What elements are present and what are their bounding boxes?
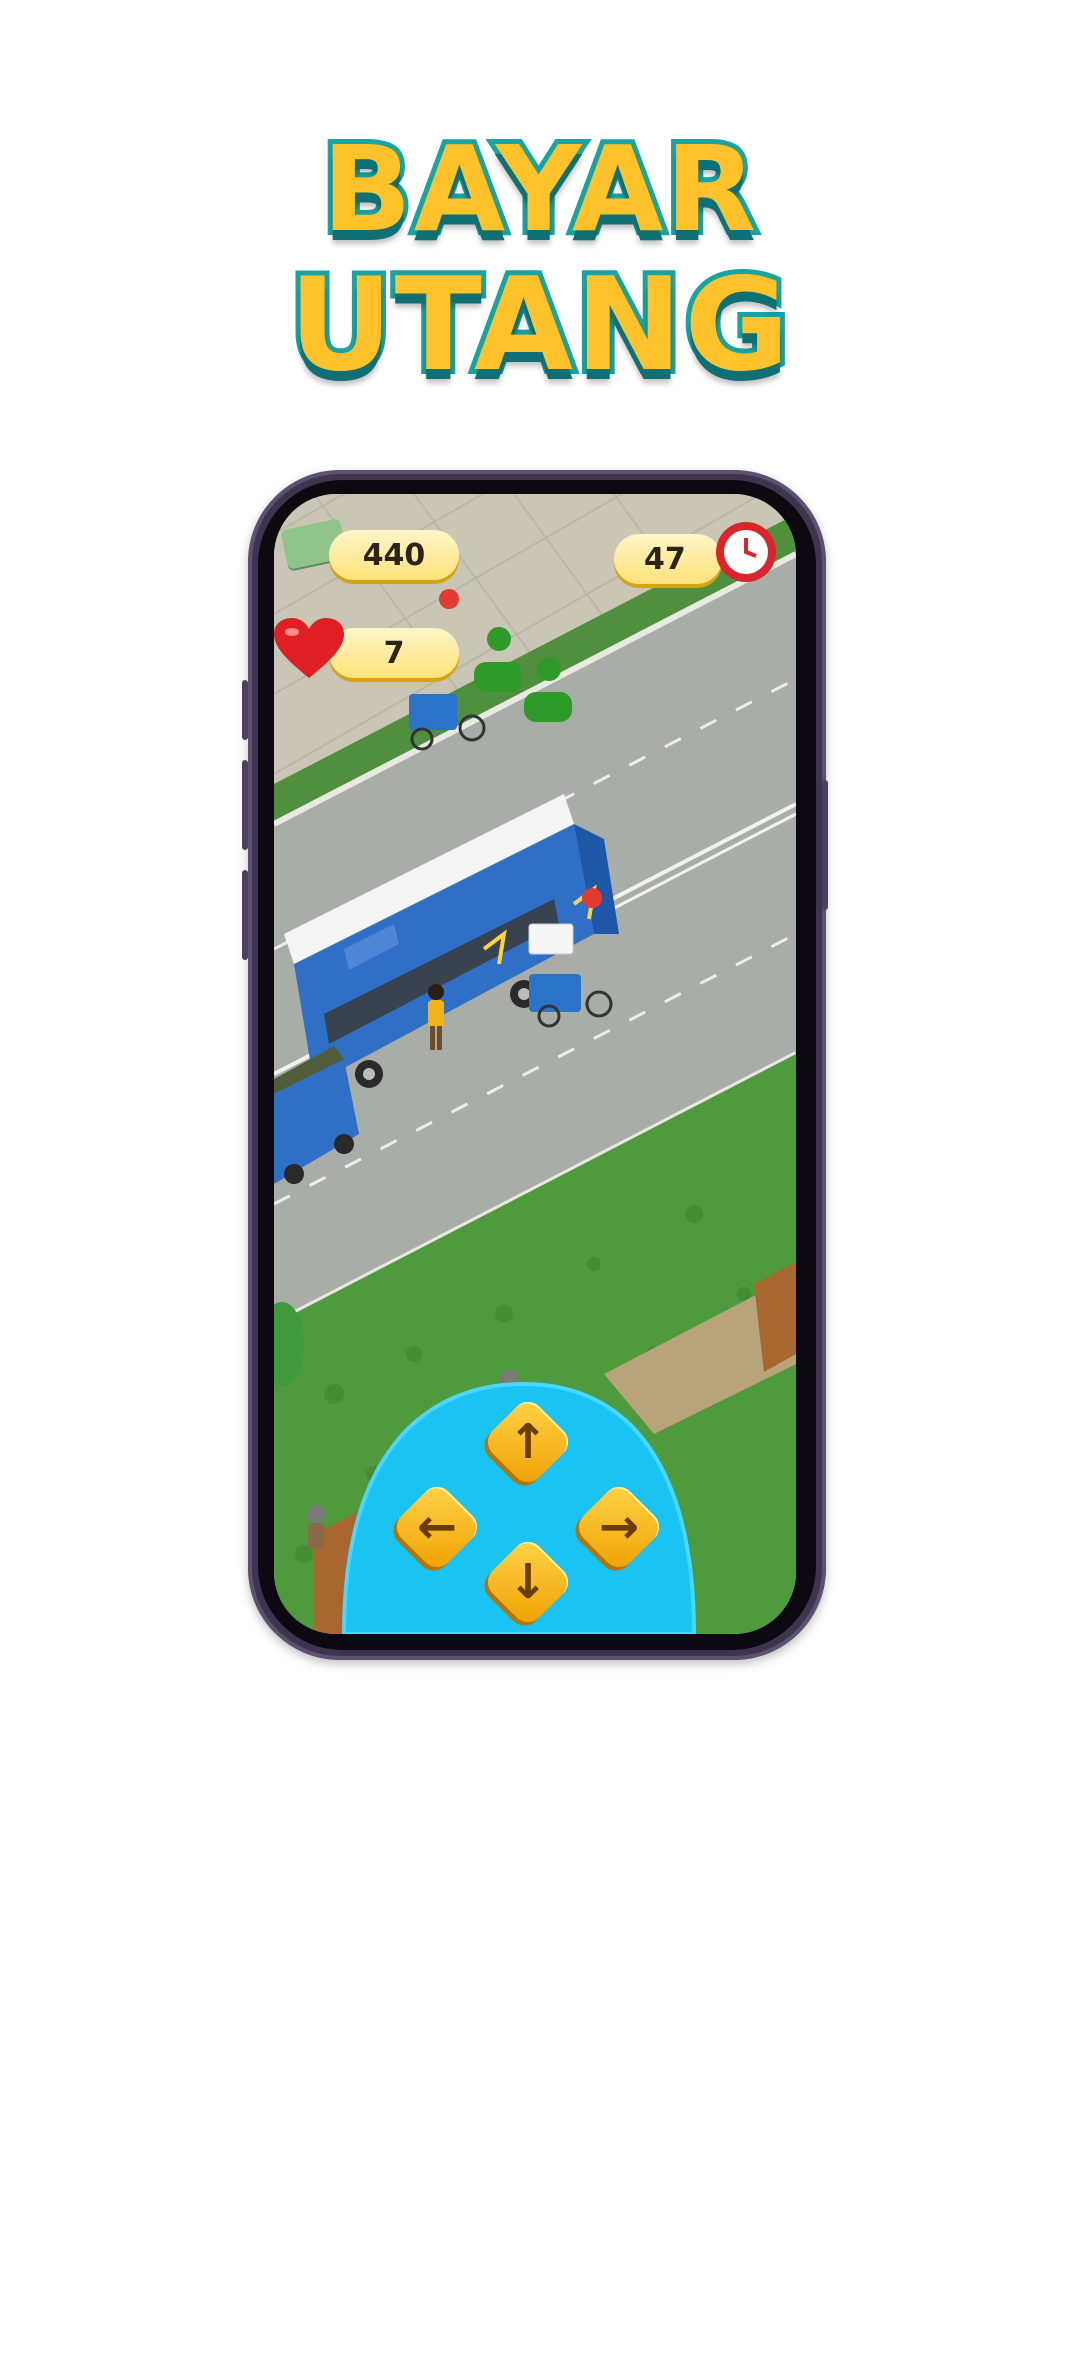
heart-icon — [274, 618, 344, 678]
timer-value: 47 — [644, 541, 686, 577]
game-logo: BAYAR UTANG — [0, 110, 1080, 400]
money-value: 440 — [362, 537, 426, 573]
lives-value: 7 — [383, 635, 405, 671]
arrow-right-icon: → — [598, 1499, 640, 1555]
phone-side-button — [242, 680, 248, 740]
arrow-down-icon: ↓ — [507, 1554, 549, 1610]
arrow-up-icon: ↑ — [507, 1414, 549, 1470]
logo-line-1: BAYAR — [317, 120, 761, 258]
arrow-left-icon: ← — [416, 1499, 458, 1555]
game-screen: 440 7 47 ↑ ← → ↓ — [274, 494, 796, 1634]
clock-icon — [716, 522, 776, 582]
timer-counter: 47 — [614, 534, 722, 584]
phone-side-button — [242, 870, 248, 960]
phone-side-button — [242, 760, 248, 850]
dpad-right-button[interactable]: → — [572, 1480, 666, 1574]
phone-side-button — [822, 780, 828, 910]
dpad-down-button[interactable]: ↓ — [481, 1535, 575, 1629]
logo-line-2: UTANG — [284, 251, 795, 400]
dpad-left-button[interactable]: ← — [390, 1480, 484, 1574]
lives-counter: 7 — [329, 628, 459, 678]
money-counter: 440 — [329, 530, 459, 580]
dpad-up-button[interactable]: ↑ — [481, 1395, 575, 1489]
